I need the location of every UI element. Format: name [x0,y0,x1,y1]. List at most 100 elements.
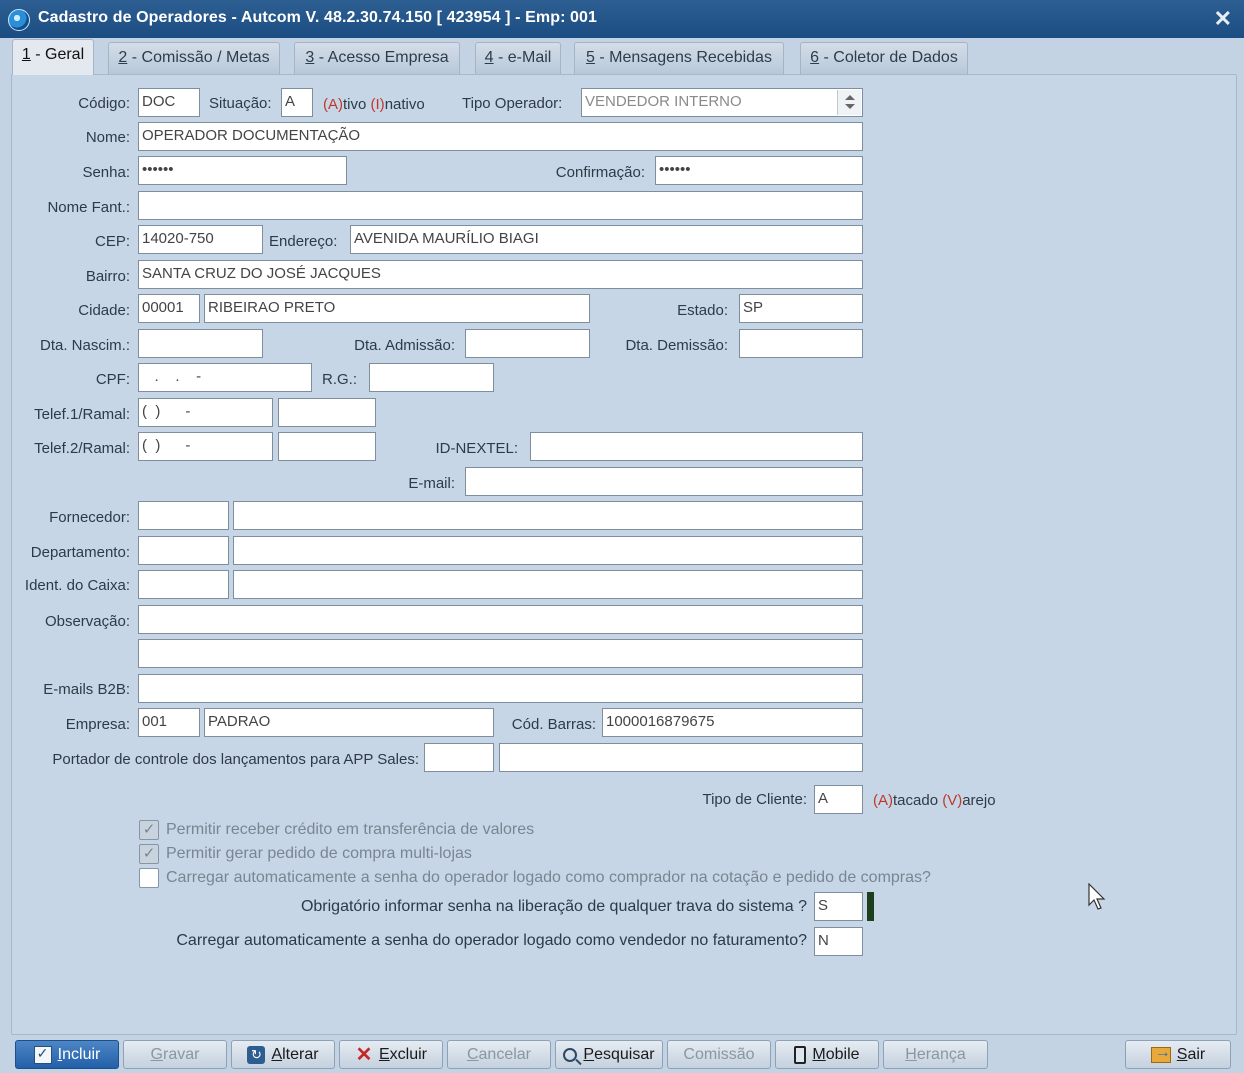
carregar-senha-vendedor-field[interactable]: N [814,927,863,956]
departamento-name-field[interactable] [233,536,863,565]
cidade-name-field[interactable]: RIBEIRAO PRETO [204,294,590,323]
tipo-cliente-hint: (A)tacado (V)arejo [873,792,996,809]
cidade-code-field[interactable]: 00001 [138,294,200,323]
tipo-cliente-field[interactable]: A [814,785,863,814]
close-icon[interactable]: ✕ [1214,6,1232,32]
tab-email[interactable]: 4 - e-Mail [475,42,561,74]
email-field[interactable] [465,467,863,496]
tab-number: 2 [118,49,128,66]
title-bar[interactable]: Cadastro de Operadores - Autcom V. 48.2.… [0,0,1244,38]
codigo-field[interactable]: DOC [138,88,200,117]
comissao-button[interactable]: Comissão [667,1040,771,1069]
pesquisar-label: Pesquisar [583,1045,655,1063]
carregar-senha-comprador-checkbox[interactable] [139,868,159,888]
portador-code-field[interactable] [424,743,494,772]
permitir-multilojas-checkbox[interactable]: ✓ [139,844,159,864]
alterar-button[interactable]: ↻ Alterar [231,1040,335,1069]
sair-label: Sair [1176,1045,1206,1063]
bairro-field[interactable]: SANTA CRUZ DO JOSÉ JACQUES [138,260,863,289]
nome-fantasia-label: Nome Fant.: [47,199,130,216]
permitir-credito-checkbox[interactable]: ✓ [139,820,159,840]
empresa-code-field[interactable]: 001 [138,708,200,737]
carregar-senha-comprador-label: Carregar automaticamente a senha do oper… [166,869,931,886]
departamento-code-field[interactable] [138,536,229,565]
ident-caixa-code-field[interactable] [138,570,229,599]
nome-fantasia-field[interactable] [138,191,863,220]
sair-button[interactable]: Sair [1125,1040,1231,1069]
obrigatorio-senha-label: Obrigatório informar senha na liberação … [300,898,807,915]
tab-coletor-dados[interactable]: 6 - Coletor de Dados [800,42,968,74]
situacao-label: Situação: [209,95,272,112]
departamento-label: Departamento: [30,544,130,561]
email-label: E-mail: [408,475,455,492]
observacao-line1-field[interactable] [138,605,863,634]
telef2-field[interactable]: ( ) - [138,432,273,461]
tab-number: 5 [586,49,595,66]
fornecedor-code-field[interactable] [138,501,229,530]
confirmacao-field[interactable]: •••••• [655,156,863,185]
cancelar-button[interactable]: Cancelar [447,1040,551,1069]
cep-field[interactable]: 14020-750 [138,225,263,254]
mobile-label: Mobile [812,1045,860,1063]
gravar-button[interactable]: Gravar [123,1040,227,1069]
mobile-button[interactable]: Mobile [775,1040,879,1069]
operator-registration-window: Cadastro de Operadores - Autcom V. 48.2.… [0,0,1244,1073]
dta-nascim-field[interactable] [138,329,263,358]
tipo-operador-value: VENDEDOR INTERNO [585,93,742,110]
refresh-icon: ↻ [247,1045,266,1064]
empresa-name-field[interactable]: PADRAO [204,708,494,737]
portador-label: Portador de controle dos lançamentos par… [52,751,419,768]
spinner-icon[interactable] [837,90,861,115]
cod-barras-label: Cód. Barras: [511,716,596,733]
excluir-label: Excluir [378,1045,427,1063]
permitir-credito-label: Permitir receber crédito em transferênci… [166,821,535,838]
comissao-label: Comissão [683,1045,755,1063]
exit-door-icon [1150,1044,1171,1063]
permitir-multilojas-label: Permitir gerar pedido de compra multi-lo… [166,845,472,862]
tab-label: - e-Mail [493,49,552,66]
tab-label: - Acesso Empresa [314,49,449,66]
tab-acesso-empresa[interactable]: 3 - Acesso Empresa [294,42,460,74]
tipo-operador-label: Tipo Operador: [462,95,563,112]
obrigatorio-senha-field[interactable]: S [814,892,863,921]
tipo-operador-select[interactable]: VENDEDOR INTERNO [581,88,863,117]
telef1-field[interactable]: ( ) - [138,398,273,427]
tab-number: 4 [484,49,494,66]
mouse-cursor-icon [1088,883,1106,910]
field-focus-marker [867,892,874,921]
endereco-field[interactable]: AVENIDA MAURÍLIO BIAGI [350,225,863,254]
telef2-ramal-field[interactable] [278,432,376,461]
emails-b2b-field[interactable] [138,674,863,703]
ident-caixa-label: Ident. do Caixa: [24,577,130,594]
pesquisar-button[interactable]: Pesquisar [555,1040,663,1069]
rg-label: R.G.: [322,371,358,388]
situacao-field[interactable]: A [281,88,313,117]
portador-name-field[interactable] [499,743,863,772]
tab-label: - Comissão / Metas [127,49,270,66]
heranca-button[interactable]: Herança [883,1040,988,1069]
rg-field[interactable] [369,363,494,392]
cep-label: CEP: [94,233,130,250]
senha-label: Senha: [82,164,130,181]
tab-number: 6 [810,49,820,66]
nome-field[interactable]: OPERADOR DOCUMENTAÇÃO [138,122,863,151]
cod-barras-field[interactable]: 1000016879675 [602,708,863,737]
excluir-button[interactable]: ✕ Excluir [339,1040,443,1069]
gravar-label: Gravar [150,1045,200,1063]
incluir-button[interactable]: Incluir [15,1040,119,1069]
tab-geral[interactable]: 1 - Geral [12,39,94,75]
senha-field[interactable]: •••••• [138,156,347,185]
telef1-ramal-field[interactable] [278,398,376,427]
tab-comissao-metas[interactable]: 2 - Comissão / Metas [108,42,280,74]
window-title: Cadastro de Operadores - Autcom V. 48.2.… [38,9,598,26]
cpf-field[interactable]: . . - [138,363,312,392]
tab-mensagens-recebidas[interactable]: 5 - Mensagens Recebidas [574,42,784,74]
estado-field[interactable]: SP [739,294,863,323]
dta-admissao-field[interactable] [465,329,590,358]
id-nextel-field[interactable] [530,432,863,461]
fornecedor-name-field[interactable] [233,501,863,530]
dta-demissao-field[interactable] [739,329,863,358]
edit-form-icon [33,1045,52,1064]
ident-caixa-name-field[interactable] [233,570,863,599]
observacao-line2-field[interactable] [138,639,863,668]
